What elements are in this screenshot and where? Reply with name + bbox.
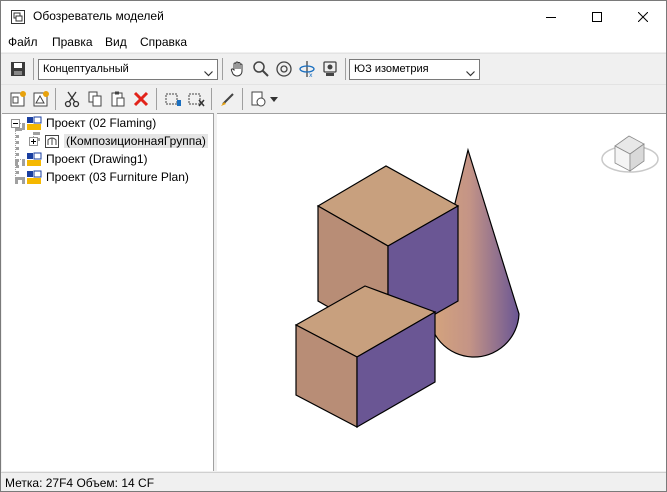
status-text: Метка: 27F4 Объем: 14 CF	[5, 476, 155, 490]
cut-icon[interactable]	[61, 88, 83, 110]
toolbar-separator	[345, 58, 346, 80]
project-icon	[27, 170, 42, 184]
visual-style-select[interactable]: Концептуальный	[38, 59, 218, 80]
model-explorer-window: Обозреватель моделей Файл Правка Вид Спр…	[0, 0, 667, 492]
project-icon	[27, 116, 42, 130]
copy-icon[interactable]	[84, 88, 106, 110]
toolbar-edit	[1, 84, 666, 112]
orbit-icon[interactable]	[273, 58, 295, 80]
paste-icon[interactable]	[107, 88, 129, 110]
caret-down-icon[interactable]	[267, 88, 281, 110]
menu-help[interactable]: Справка	[140, 35, 187, 49]
select-add-icon[interactable]	[162, 88, 184, 110]
svg-text:x: x	[309, 72, 313, 78]
save-icon[interactable]	[7, 58, 29, 80]
camera-icon[interactable]	[319, 58, 341, 80]
rotate-axis-icon[interactable]: x	[296, 58, 318, 80]
maximize-button[interactable]	[574, 1, 620, 32]
model-scene	[294, 135, 659, 429]
title-bar: Обозреватель моделей	[1, 1, 666, 32]
tree-item-label: Проект (03 Furniture Plan)	[46, 170, 189, 184]
tree-item-project[interactable]: Проект (03 Furniture Plan)	[26, 168, 189, 186]
window-title: Обозреватель моделей	[33, 9, 164, 23]
chevron-down-icon	[204, 66, 213, 80]
select-remove-icon[interactable]	[185, 88, 207, 110]
tree-item-label: Проект (Drawing1)	[46, 152, 148, 166]
minimize-button[interactable]	[528, 1, 574, 32]
paint-brush-icon[interactable]	[217, 88, 239, 110]
toolbar-separator	[33, 58, 34, 80]
tree-connector	[15, 159, 25, 163]
tree-item-label: Проект (02 Flaming)	[46, 116, 157, 130]
zoom-icon[interactable]	[250, 58, 272, 80]
close-button[interactable]	[620, 1, 666, 32]
new-model-icon[interactable]	[7, 88, 29, 110]
toolbar-separator	[55, 88, 56, 110]
app-icon	[10, 9, 26, 25]
view-value: ЮЗ изометрия	[354, 63, 429, 75]
front-box-shape	[294, 285, 437, 429]
tree-connector	[15, 177, 25, 181]
toolbar-main: Концептуальный x ЮЗ изометрия	[1, 53, 666, 83]
menu-view[interactable]: Вид	[105, 35, 127, 49]
menu-file[interactable]: Файл	[8, 35, 38, 49]
tree-item-project[interactable]: Проект (02 Flaming)	[26, 114, 156, 132]
project-icon	[27, 152, 42, 166]
toolbar-separator	[242, 88, 243, 110]
pan-hand-icon[interactable]	[227, 58, 249, 80]
view-select[interactable]: ЮЗ изометрия	[349, 59, 480, 80]
group-icon	[45, 135, 59, 148]
new-group-icon[interactable]	[30, 88, 52, 110]
visual-style-value: Концептуальный	[43, 63, 129, 75]
tree-item-project[interactable]: Проект (Drawing1)	[26, 150, 148, 168]
toolbar-separator	[156, 88, 157, 110]
tree-item-group[interactable]: (КомпозиционнаяГруппа)	[44, 132, 208, 150]
toolbar-separator	[222, 58, 223, 80]
viewcube-icon[interactable]	[601, 135, 659, 173]
menu-edit[interactable]: Правка	[52, 35, 93, 49]
collapse-toggle[interactable]	[11, 119, 20, 128]
tree-item-label: (КомпозиционнаяГруппа)	[64, 134, 208, 148]
toolbar-separator	[211, 88, 212, 110]
model-viewport[interactable]	[217, 113, 666, 471]
status-bar: Метка: 27F4 Объем: 14 CF	[1, 472, 666, 491]
tree-connector	[15, 128, 19, 180]
chevron-down-icon	[466, 66, 475, 80]
expand-toggle[interactable]	[29, 137, 38, 146]
menu-bar: Файл Правка Вид Справка	[1, 32, 666, 52]
delete-icon[interactable]	[130, 88, 152, 110]
model-tree: Проект (02 Flaming) (КомпозиционнаяГрупп…	[2, 113, 214, 471]
options-icon[interactable]	[247, 88, 269, 110]
